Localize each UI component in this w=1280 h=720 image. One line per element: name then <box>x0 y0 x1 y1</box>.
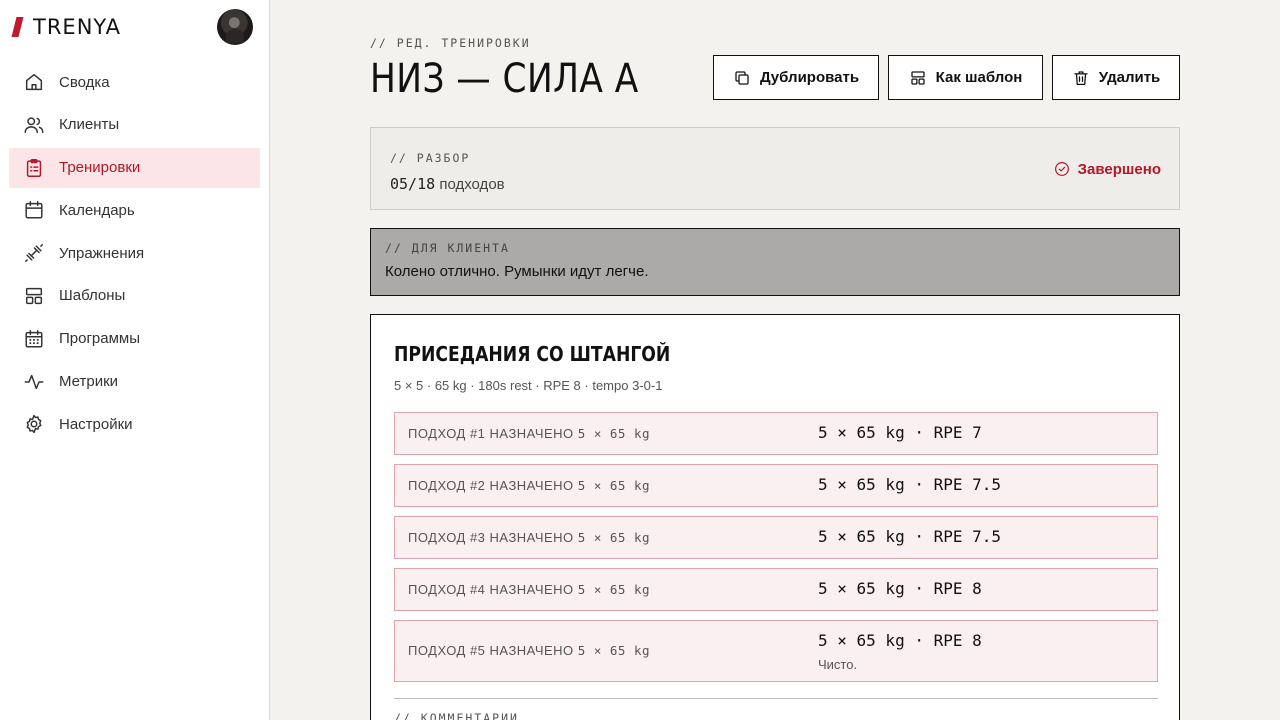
clipboard-icon <box>26 158 42 177</box>
activity-icon <box>24 374 44 389</box>
exercise-title: ПРИСЕДАНИЯ СО ШТАНГОЙ <box>394 342 671 366</box>
check-circle-icon <box>1054 162 1069 176</box>
duplicate-button[interactable]: Дублировать <box>713 55 879 100</box>
avatar[interactable] <box>217 9 253 45</box>
set-row[interactable]: ПОДХОД #3 НАЗНАЧЕНО 5 × 65 kg 5 × 65 kg … <box>394 516 1158 559</box>
set-row[interactable]: ПОДХОД #4 НАЗНАЧЕНО 5 × 65 kg 5 × 65 kg … <box>394 568 1158 611</box>
dumbbell-icon <box>25 244 43 263</box>
save-as-template-button[interactable]: Как шаблон <box>888 55 1043 100</box>
sidebar-item-settings[interactable]: Настройки <box>9 404 260 444</box>
copy-icon <box>735 70 749 85</box>
duplicate-button-label: Дублировать <box>759 69 860 86</box>
set-label: ПОДХОД #3 НАЗНАЧЕНО <box>408 530 574 545</box>
save-as-template-label: Как шаблон <box>935 69 1023 86</box>
sidebar-item-label: Клиенты <box>59 116 120 134</box>
set-planned: 5 × 65 kg <box>577 582 651 597</box>
calendar-grid-icon <box>25 329 43 348</box>
set-label: ПОДХОД #5 НАЗНАЧЕНО <box>408 643 574 658</box>
sidebar-item-label: Метрики <box>59 373 119 391</box>
sidebar-item-label: Настройки <box>59 415 133 433</box>
set-label: ПОДХОД #2 НАЗНАЧЕНО <box>408 478 574 493</box>
client-note: // ДЛЯ КЛИЕНТА Колено отлично. Румынки и… <box>370 228 1180 296</box>
brand-name: TRENYA <box>33 15 121 39</box>
status-label: Завершено <box>1077 160 1161 178</box>
exercise-prescription: 5 × 5 · 65 kg · 180s rest · RPE 8 · temp… <box>394 378 663 393</box>
set-row[interactable]: ПОДХОД #5 НАЗНАЧЕНО 5 × 65 kg 5 × 65 kg … <box>394 620 1158 682</box>
sets-list: ПОДХОД #1 НАЗНАЧЕНО 5 × 65 kg 5 × 65 kg … <box>394 412 1158 691</box>
set-result: 5 × 65 kg · RPE 7 <box>818 423 982 442</box>
set-planned: 5 × 65 kg <box>577 478 651 493</box>
set-planned: 5 × 65 kg <box>577 426 651 441</box>
sidebar-item-label: Программы <box>59 330 141 348</box>
set-label: ПОДХОД #1 НАЗНАЧЕНО <box>408 426 574 441</box>
set-result: 5 × 65 kg · RPE 8 <box>818 631 982 650</box>
sidebar-nav: Сводка Клиенты Тренировки Календарь Упра… <box>9 62 260 447</box>
set-result: 5 × 65 kg · RPE 8 <box>818 579 982 598</box>
sidebar-item-summary[interactable]: Сводка <box>9 62 260 102</box>
users-icon <box>24 117 44 133</box>
sidebar-item-workouts[interactable]: Тренировки <box>9 147 260 188</box>
sidebar-item-metrics[interactable]: Метрики <box>9 362 260 402</box>
client-note-text: Колено отлично. Румынки идут легче. <box>385 263 649 280</box>
status-badge: Завершено <box>1053 160 1161 178</box>
layout-icon <box>25 287 43 305</box>
set-result: 5 × 65 kg · RPE 7.5 <box>818 527 1002 546</box>
sets-count: 05/18 <box>390 175 436 193</box>
sidebar: TRENYA Сводка Клиенты Тренировки Календа… <box>0 0 270 720</box>
summary-eyebrow: // РАЗБОР <box>390 151 471 165</box>
comments-eyebrow: // КОММЕНТАРИИ <box>394 711 519 720</box>
divider <box>394 698 1158 699</box>
set-row[interactable]: ПОДХОД #1 НАЗНАЧЕНО 5 × 65 kg 5 × 65 kg … <box>394 412 1158 455</box>
home-icon <box>25 73 43 91</box>
sidebar-item-label: Календарь <box>59 201 135 219</box>
client-note-eyebrow: // ДЛЯ КЛИЕНТА <box>385 241 510 255</box>
logo-mark-icon <box>11 17 24 37</box>
set-planned: 5 × 65 kg <box>577 643 651 658</box>
sidebar-item-templates[interactable]: Шаблоны <box>9 276 260 316</box>
sidebar-item-programs[interactable]: Программы <box>9 319 260 359</box>
page-eyebrow: // РЕД. ТРЕНИРОВКИ <box>370 36 531 50</box>
sidebar-item-clients[interactable]: Клиенты <box>9 105 260 145</box>
set-label: ПОДХОД #4 НАЗНАЧЕНО <box>408 582 574 597</box>
sets-progress: 05/18 подходов <box>390 175 505 193</box>
sidebar-item-calendar[interactable]: Календарь <box>9 190 260 230</box>
set-note: Чисто. <box>818 657 858 672</box>
set-result: 5 × 65 kg · RPE 7.5 <box>818 475 1002 494</box>
gear-icon <box>26 415 42 434</box>
layout-icon <box>911 70 925 85</box>
calendar-icon <box>25 201 43 219</box>
review-summary: // РАЗБОР 05/18 подходов Завершено <box>370 127 1180 210</box>
set-row[interactable]: ПОДХОД #2 НАЗНАЧЕНО 5 × 65 kg 5 × 65 kg … <box>394 464 1158 507</box>
sidebar-item-label: Сводка <box>59 73 110 91</box>
delete-button-label: Удалить <box>1098 69 1161 86</box>
action-bar: Дублировать Как шаблон Удалить <box>713 55 1180 100</box>
sets-word: подходов <box>439 176 505 193</box>
sidebar-item-label: Шаблоны <box>59 287 126 305</box>
page-title: НИЗ — СИЛА А <box>370 56 639 102</box>
set-planned: 5 × 65 kg <box>577 530 651 545</box>
brand-logo[interactable]: TRENYA <box>11 14 121 40</box>
exercise-card: ПРИСЕДАНИЯ СО ШТАНГОЙ 5 × 5 · 65 kg · 18… <box>370 314 1180 720</box>
trash-icon <box>1074 70 1088 85</box>
sidebar-item-label: Тренировки <box>59 159 141 177</box>
delete-button[interactable]: Удалить <box>1052 55 1180 100</box>
sidebar-item-label: Упражнения <box>59 244 145 262</box>
sidebar-item-exercises[interactable]: Упражнения <box>9 233 260 273</box>
